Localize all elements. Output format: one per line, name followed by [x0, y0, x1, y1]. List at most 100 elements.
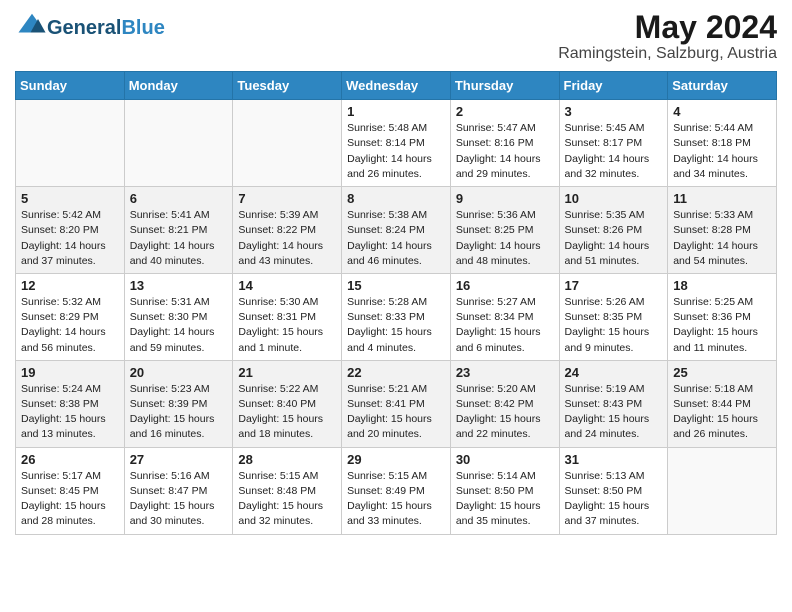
calendar-cell: 22Sunrise: 5:21 AMSunset: 8:41 PMDayligh… [342, 360, 451, 447]
cell-content: Sunrise: 5:25 AMSunset: 8:36 PMDaylight:… [673, 296, 758, 354]
calendar-cell: 9 Sunrise: 5:36 AMSunset: 8:25 PMDaylight… [450, 187, 559, 274]
cell-content: Sunrise: 5:44 AMSunset: 8:18 PMDaylight:… [673, 122, 758, 180]
calendar-cell: 19Sunrise: 5:24 AMSunset: 8:38 PMDayligh… [16, 360, 125, 447]
day-number: 4 [673, 104, 771, 119]
calendar-cell: 7 Sunrise: 5:39 AMSunset: 8:22 PMDaylight… [233, 187, 342, 274]
calendar-cell: 25 Sunrise: 5:18 AMSunset: 8:44 PMDayligh… [668, 360, 777, 447]
month-year-title: May 2024 [558, 10, 777, 45]
calendar-cell: 27 Sunrise: 5:16 AMSunset: 8:47 PMDayligh… [124, 447, 233, 534]
logo-general: General [47, 17, 121, 39]
cell-content: Sunrise: 5:36 AMSunset: 8:25 PMDaylight:… [456, 209, 541, 267]
day-number: 16 [456, 278, 554, 293]
cell-content: Sunrise: 5:47 AMSunset: 8:16 PMDaylight:… [456, 122, 541, 180]
calendar-cell: 13Sunrise: 5:31 AMSunset: 8:30 PMDayligh… [124, 273, 233, 360]
weekday-header-wednesday: Wednesday [342, 72, 451, 100]
calendar-cell: 5Sunrise: 5:42 AMSunset: 8:20 PMDaylight… [16, 187, 125, 274]
calendar-cell [16, 100, 125, 187]
day-number: 13 [130, 278, 228, 293]
day-number: 20 [130, 365, 228, 380]
day-number: 28 [238, 452, 336, 467]
calendar-cell: 23 Sunrise: 5:20 AMSunset: 8:42 PMDayligh… [450, 360, 559, 447]
page-header: GeneralBlue May 2024 Ramingstein, Salzbu… [15, 10, 777, 63]
logo: GeneralBlue [15, 10, 165, 45]
calendar-week-row: 19Sunrise: 5:24 AMSunset: 8:38 PMDayligh… [16, 360, 777, 447]
calendar-cell: 18Sunrise: 5:25 AMSunset: 8:36 PMDayligh… [668, 273, 777, 360]
calendar-cell: 29Sunrise: 5:15 AMSunset: 8:49 PMDayligh… [342, 447, 451, 534]
calendar-cell: 6 Sunrise: 5:41 AMSunset: 8:21 PMDaylight… [124, 187, 233, 274]
calendar-cell: 21 Sunrise: 5:22 AMSunset: 8:40 PMDayligh… [233, 360, 342, 447]
cell-content: Sunrise: 5:27 AMSunset: 8:34 PMDaylight:… [456, 296, 541, 354]
calendar-week-row: 26 Sunrise: 5:17 AMSunset: 8:45 PMDayligh… [16, 447, 777, 534]
calendar-cell: 28Sunrise: 5:15 AMSunset: 8:48 PMDayligh… [233, 447, 342, 534]
cell-content: Sunrise: 5:30 AMSunset: 8:31 PMDaylight:… [238, 296, 323, 354]
calendar-cell: 4 Sunrise: 5:44 AMSunset: 8:18 PMDaylight… [668, 100, 777, 187]
logo-blue: Blue [121, 17, 164, 39]
calendar-cell [668, 447, 777, 534]
calendar-cell: 12Sunrise: 5:32 AMSunset: 8:29 PMDayligh… [16, 273, 125, 360]
cell-content: Sunrise: 5:22 AMSunset: 8:40 PMDaylight:… [238, 383, 323, 441]
weekday-header-friday: Friday [559, 72, 668, 100]
cell-content: Sunrise: 5:33 AMSunset: 8:28 PMDaylight:… [673, 209, 758, 267]
day-number: 17 [565, 278, 663, 293]
title-block: May 2024 Ramingstein, Salzburg, Austria [558, 10, 777, 63]
day-number: 24 [565, 365, 663, 380]
calendar-cell: 15Sunrise: 5:28 AMSunset: 8:33 PMDayligh… [342, 273, 451, 360]
logo-icon [17, 10, 47, 40]
day-number: 6 [130, 191, 228, 206]
calendar-cell: 3Sunrise: 5:45 AMSunset: 8:17 PMDaylight… [559, 100, 668, 187]
calendar-cell: 16 Sunrise: 5:27 AMSunset: 8:34 PMDayligh… [450, 273, 559, 360]
weekday-header-sunday: Sunday [16, 72, 125, 100]
location-subtitle: Ramingstein, Salzburg, Austria [558, 45, 777, 63]
calendar-week-row: 12Sunrise: 5:32 AMSunset: 8:29 PMDayligh… [16, 273, 777, 360]
day-number: 9 [456, 191, 554, 206]
cell-content: Sunrise: 5:13 AMSunset: 8:50 PMDaylight:… [565, 470, 650, 528]
cell-content: Sunrise: 5:23 AMSunset: 8:39 PMDaylight:… [130, 383, 215, 441]
cell-content: Sunrise: 5:35 AMSunset: 8:26 PMDaylight:… [565, 209, 650, 267]
cell-content: Sunrise: 5:14 AMSunset: 8:50 PMDaylight:… [456, 470, 541, 528]
calendar-cell: 1 Sunrise: 5:48 AMSunset: 8:14 PMDaylight… [342, 100, 451, 187]
calendar-cell [233, 100, 342, 187]
cell-content: Sunrise: 5:48 AMSunset: 8:14 PMDaylight:… [347, 122, 432, 180]
day-number: 15 [347, 278, 445, 293]
day-number: 8 [347, 191, 445, 206]
day-number: 5 [21, 191, 119, 206]
cell-content: Sunrise: 5:19 AMSunset: 8:43 PMDaylight:… [565, 383, 650, 441]
calendar-cell: 8 Sunrise: 5:38 AMSunset: 8:24 PMDaylight… [342, 187, 451, 274]
cell-content: Sunrise: 5:20 AMSunset: 8:42 PMDaylight:… [456, 383, 541, 441]
day-number: 2 [456, 104, 554, 119]
cell-content: Sunrise: 5:17 AMSunset: 8:45 PMDaylight:… [21, 470, 106, 528]
weekday-header-monday: Monday [124, 72, 233, 100]
calendar-cell: 24 Sunrise: 5:19 AMSunset: 8:43 PMDayligh… [559, 360, 668, 447]
day-number: 26 [21, 452, 119, 467]
weekday-header-saturday: Saturday [668, 72, 777, 100]
cell-content: Sunrise: 5:16 AMSunset: 8:47 PMDaylight:… [130, 470, 215, 528]
cell-content: Sunrise: 5:18 AMSunset: 8:44 PMDaylight:… [673, 383, 758, 441]
day-number: 27 [130, 452, 228, 467]
calendar-cell: 30Sunrise: 5:14 AMSunset: 8:50 PMDayligh… [450, 447, 559, 534]
day-number: 23 [456, 365, 554, 380]
day-number: 7 [238, 191, 336, 206]
day-number: 25 [673, 365, 771, 380]
day-number: 11 [673, 191, 771, 206]
calendar-cell [124, 100, 233, 187]
cell-content: Sunrise: 5:26 AMSunset: 8:35 PMDaylight:… [565, 296, 650, 354]
day-number: 21 [238, 365, 336, 380]
calendar-table: SundayMondayTuesdayWednesdayThursdayFrid… [15, 71, 777, 534]
cell-content: Sunrise: 5:38 AMSunset: 8:24 PMDaylight:… [347, 209, 432, 267]
day-number: 10 [565, 191, 663, 206]
calendar-week-row: 5Sunrise: 5:42 AMSunset: 8:20 PMDaylight… [16, 187, 777, 274]
calendar-cell: 11 Sunrise: 5:33 AMSunset: 8:28 PMDayligh… [668, 187, 777, 274]
day-number: 29 [347, 452, 445, 467]
calendar-cell: 2 Sunrise: 5:47 AMSunset: 8:16 PMDaylight… [450, 100, 559, 187]
calendar-cell: 17 Sunrise: 5:26 AMSunset: 8:35 PMDayligh… [559, 273, 668, 360]
day-number: 1 [347, 104, 445, 119]
cell-content: Sunrise: 5:41 AMSunset: 8:21 PMDaylight:… [130, 209, 215, 267]
calendar-cell: 14Sunrise: 5:30 AMSunset: 8:31 PMDayligh… [233, 273, 342, 360]
calendar-week-row: 1 Sunrise: 5:48 AMSunset: 8:14 PMDaylight… [16, 100, 777, 187]
calendar-header-row: SundayMondayTuesdayWednesdayThursdayFrid… [16, 72, 777, 100]
day-number: 12 [21, 278, 119, 293]
calendar-cell: 10 Sunrise: 5:35 AMSunset: 8:26 PMDayligh… [559, 187, 668, 274]
cell-content: Sunrise: 5:39 AMSunset: 8:22 PMDaylight:… [238, 209, 323, 267]
cell-content: Sunrise: 5:24 AMSunset: 8:38 PMDaylight:… [21, 383, 106, 441]
weekday-header-thursday: Thursday [450, 72, 559, 100]
